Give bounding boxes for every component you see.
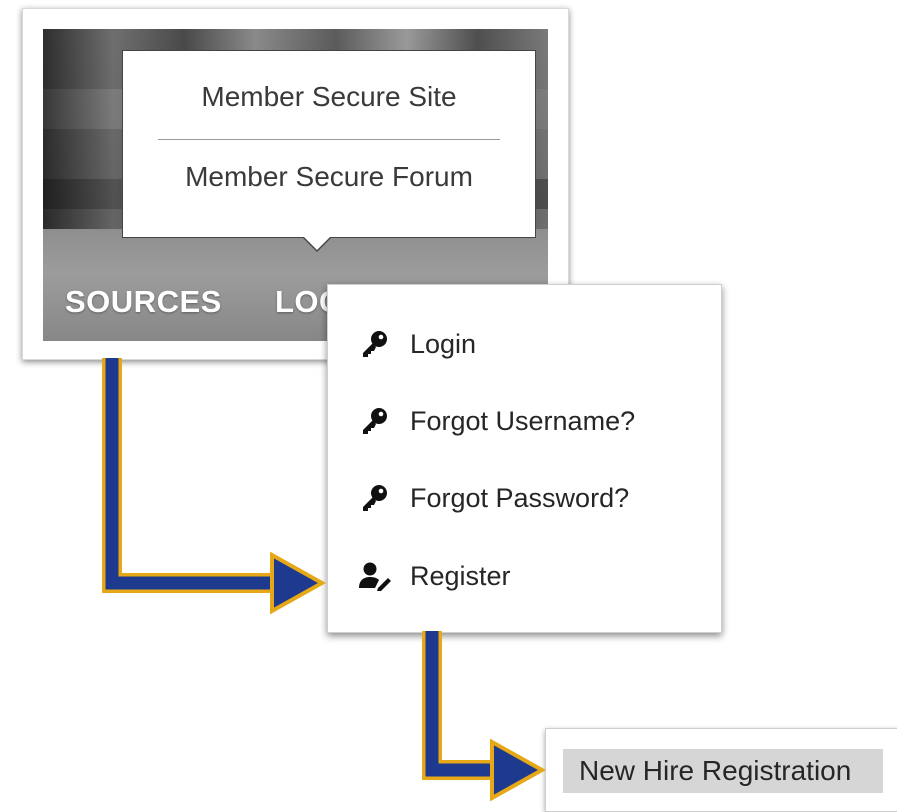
menu-item-member-secure-forum[interactable]: Member Secure Forum: [123, 161, 535, 193]
member-secure-menu: Member Secure Site Member Secure Forum: [122, 50, 536, 252]
key-icon: [357, 328, 393, 360]
menu-divider: [158, 139, 500, 140]
menu-item-label: Register: [410, 560, 511, 591]
menu-item-label: Forgot Username?: [410, 405, 636, 436]
new-hire-registration-button[interactable]: New Hire Registration: [563, 749, 883, 793]
menu-item-label: Login: [410, 328, 477, 359]
arrow-to-new-hire: [422, 631, 547, 802]
login-dropdown-menu: Login Forgot Username? Forgot Password?: [327, 284, 722, 633]
menu-item-login[interactable]: Login: [328, 319, 721, 369]
key-icon: [357, 482, 393, 514]
menu-item-register[interactable]: Register: [328, 551, 721, 601]
new-hire-panel: New Hire Registration: [545, 728, 897, 812]
user-edit-icon: [357, 560, 393, 592]
menu-item-forgot-username[interactable]: Forgot Username?: [328, 396, 721, 446]
key-icon: [357, 405, 393, 437]
nav-item-resources[interactable]: SOURCES: [65, 284, 222, 320]
menu-item-label: Forgot Password?: [410, 482, 630, 513]
menu-item-forgot-password[interactable]: Forgot Password?: [328, 473, 721, 523]
arrow-to-register: [102, 358, 327, 615]
menu-item-member-secure-site[interactable]: Member Secure Site: [123, 81, 535, 113]
